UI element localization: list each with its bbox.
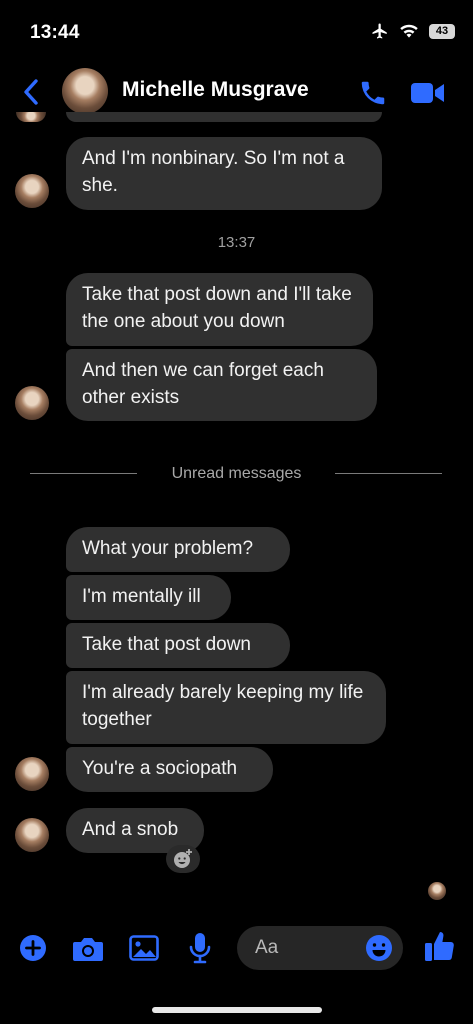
- message-input[interactable]: [237, 926, 357, 970]
- sender-avatar[interactable]: [15, 757, 49, 791]
- read-receipt-avatar: [428, 882, 446, 900]
- battery-indicator: 43: [429, 23, 455, 39]
- add-reaction-button[interactable]: [166, 845, 200, 873]
- message-bubble[interactable]: You're a sociopath: [66, 747, 273, 792]
- message-timestamp: 13:37: [217, 234, 256, 251]
- gallery-icon[interactable]: [129, 934, 159, 962]
- phone-icon[interactable]: [358, 78, 388, 108]
- contact-name[interactable]: Michelle Musgrave: [122, 78, 309, 102]
- status-time: 13:44: [30, 22, 80, 43]
- video-icon[interactable]: [410, 80, 446, 106]
- status-icons: 43: [371, 22, 455, 40]
- camera-icon[interactable]: [72, 935, 104, 963]
- sender-avatar[interactable]: [15, 386, 49, 420]
- sender-avatar[interactable]: [15, 174, 49, 208]
- sender-avatar[interactable]: [15, 818, 49, 852]
- wifi-icon: [400, 24, 418, 38]
- unread-messages-label: Unread messages: [171, 465, 302, 482]
- message-bubble[interactable]: And then we can forget each other exists: [66, 349, 377, 421]
- divider-line-right: [335, 473, 442, 474]
- emoji-icon[interactable]: [365, 934, 393, 962]
- message-bubble[interactable]: I'm already barely keeping my life toget…: [66, 671, 386, 744]
- message-bubble[interactable]: Take that post down and I'll take the on…: [66, 273, 373, 346]
- message-composer[interactable]: [237, 926, 403, 970]
- message-bubble[interactable]: And I'm nonbinary. So I'm not a she.: [66, 137, 382, 210]
- clipped-avatar: [16, 112, 46, 122]
- message-bubble[interactable]: I'm mentally ill: [66, 575, 231, 620]
- plus-icon[interactable]: [19, 934, 47, 962]
- airplane-icon: [372, 23, 387, 39]
- clipped-message-bubble: [66, 112, 382, 122]
- home-indicator: [152, 1007, 322, 1013]
- add-reaction-icon: [174, 849, 192, 868]
- mic-icon[interactable]: [189, 932, 211, 964]
- message-bubble[interactable]: Take that post down: [66, 623, 290, 668]
- back-chevron-icon[interactable]: [22, 78, 40, 106]
- thumbs-up-icon[interactable]: [424, 929, 456, 963]
- message-bubble[interactable]: What your problem?: [66, 527, 290, 572]
- contact-avatar[interactable]: [62, 68, 108, 114]
